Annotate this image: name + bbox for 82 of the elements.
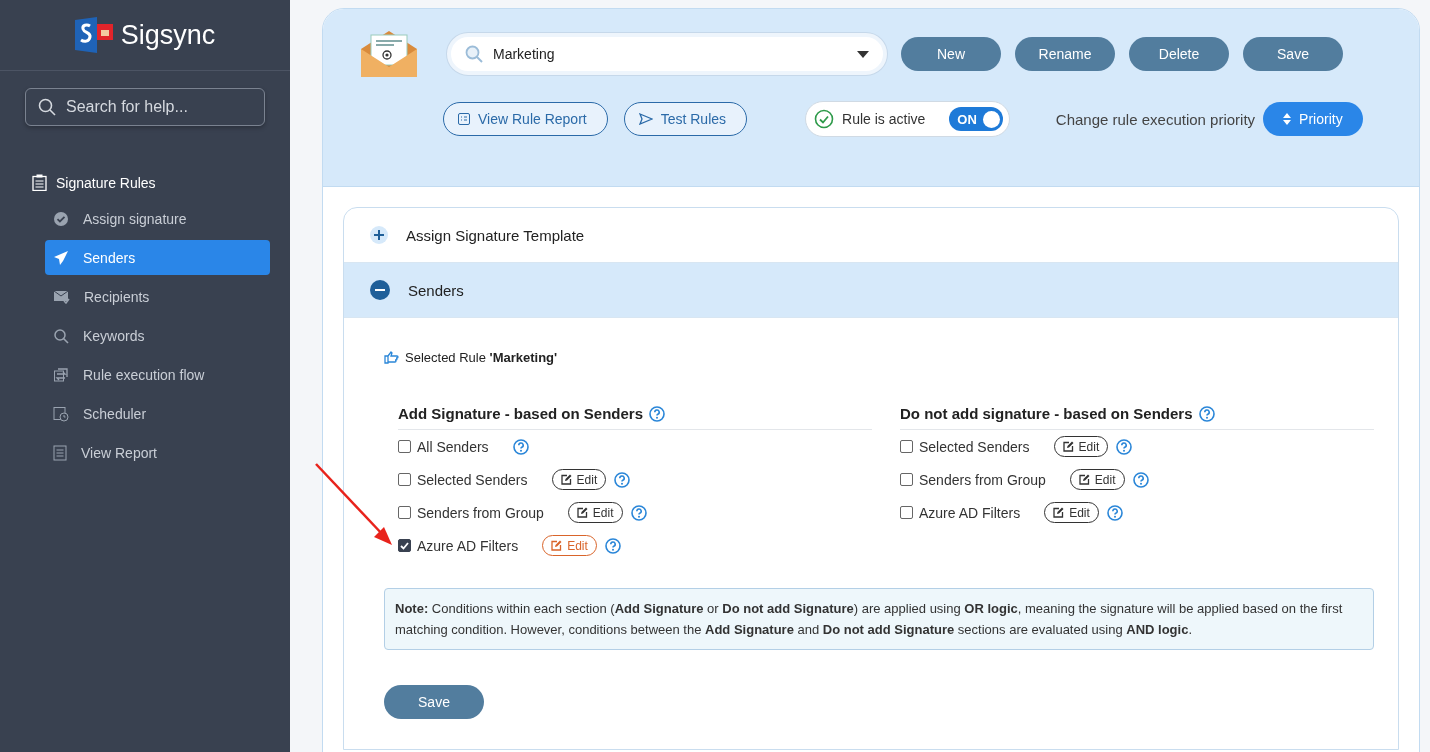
checkbox-label: Selected Senders <box>417 471 528 488</box>
checkbox[interactable] <box>900 473 913 486</box>
rule-dropdown[interactable]: Marketing <box>447 33 887 75</box>
table-icon <box>458 113 470 125</box>
test-rules-button[interactable]: Test Rules <box>623 102 748 136</box>
priority-button[interactable]: Priority <box>1263 102 1363 136</box>
save-button[interactable]: Save <box>384 685 484 719</box>
toolbar-button[interactable]: Rename <box>1015 37 1115 71</box>
minus-circle-icon <box>370 280 390 300</box>
help-icon[interactable] <box>614 471 631 488</box>
section-heading: Add Signature - based on Senders <box>398 405 644 422</box>
edit-icon <box>560 474 572 485</box>
send-icon <box>638 113 653 125</box>
sort-icon <box>1283 113 1292 125</box>
section-title: Signature Rules <box>56 174 156 191</box>
checkbox-label: Senders from Group <box>417 504 544 521</box>
view-rule-report-button[interactable]: View Rule Report <box>443 102 608 136</box>
checkbox-label: Azure AD Filters <box>919 504 1021 521</box>
clipboard-list-icon <box>32 174 47 191</box>
edit-icon <box>1078 474 1090 485</box>
toolbar-button[interactable]: New <box>901 37 1001 71</box>
sidebar-item[interactable]: Recipients <box>45 279 270 314</box>
sidebar-item[interactable]: Keywords <box>45 318 270 353</box>
priority-label: Change rule execution priority <box>1055 110 1256 128</box>
selected-rule-text: Selected Rule 'Marketing' <box>405 350 558 365</box>
help-icon[interactable] <box>604 537 621 554</box>
help-icon[interactable] <box>649 405 666 422</box>
check-circle-icon <box>53 210 69 227</box>
edit-icon <box>576 507 588 518</box>
search-icon <box>465 45 483 63</box>
check-circle-icon <box>814 109 835 129</box>
edit-button[interactable]: Edit <box>1044 502 1099 523</box>
sidebar-item[interactable]: Senders <box>45 240 270 275</box>
checkbox[interactable] <box>398 473 411 486</box>
help-icon[interactable] <box>512 438 529 455</box>
help-icon[interactable] <box>1198 405 1215 422</box>
help-icon[interactable] <box>1116 438 1133 455</box>
rule-status-label: Rule is active <box>842 111 926 127</box>
calendar-clock-icon <box>53 405 69 422</box>
plus-icon <box>370 226 388 244</box>
edit-button[interactable]: Edit <box>542 535 597 556</box>
edit-icon <box>551 540 563 551</box>
logo-icon <box>74 17 115 53</box>
edit-button[interactable]: Edit <box>567 502 623 523</box>
edit-button[interactable]: Edit <box>551 469 607 490</box>
search-icon <box>38 98 56 116</box>
section-heading: Do not add signature - based on Senders <box>900 405 1193 422</box>
checkbox[interactable] <box>900 440 913 453</box>
envelope-icon <box>53 289 70 304</box>
edit-button[interactable]: Edit <box>1053 436 1109 457</box>
toggle-switch[interactable]: ON <box>949 107 1003 131</box>
sidebar-item[interactable]: Rule execution flow <box>45 357 270 392</box>
paper-plane-icon <box>53 249 69 266</box>
sidebar-item[interactable]: View Report <box>45 435 270 470</box>
list-document-icon <box>53 444 67 461</box>
accordion-header[interactable]: Senders <box>344 263 1398 318</box>
help-icon[interactable] <box>630 504 647 521</box>
magnifier-icon <box>53 327 69 344</box>
toolbar-button[interactable]: Save <box>1243 37 1343 71</box>
pointing-hand-icon <box>384 351 399 364</box>
logo-text: Sigsync <box>120 19 216 51</box>
edit-button[interactable]: Edit <box>1069 469 1125 490</box>
note-box: Note: Conditions within each section (Add Signature or Do not add Signature) are applied using OR logic, meaning the signature will be applied based on the first matching condition. However, conditions between the Add Signature and Do not add Signature sections are evaluated using AND logic. <box>384 588 1374 650</box>
help-icon[interactable] <box>1106 504 1123 521</box>
checkbox-label: Azure AD Filters <box>417 537 519 554</box>
help-icon[interactable] <box>1132 471 1149 488</box>
edit-icon <box>1062 441 1074 452</box>
sidebar-item[interactable]: Scheduler <box>45 396 270 431</box>
swap-arrows-icon <box>53 366 69 383</box>
checkbox[interactable] <box>398 539 411 552</box>
toolbar-button[interactable]: Delete <box>1129 37 1229 71</box>
checkbox-label: All Senders <box>417 438 489 455</box>
envelope-icon <box>359 29 419 79</box>
sidebar-item[interactable]: Assign signature <box>45 201 270 236</box>
caret-icon <box>857 50 869 58</box>
checkbox[interactable] <box>398 440 411 453</box>
checkbox-label: Selected Senders <box>919 438 1030 455</box>
search-field[interactable]: Search for help... <box>25 88 265 126</box>
checkbox[interactable] <box>398 506 411 519</box>
edit-icon <box>1053 507 1065 518</box>
checkbox-label: Senders from Group <box>919 471 1046 488</box>
checkbox[interactable] <box>900 506 913 519</box>
